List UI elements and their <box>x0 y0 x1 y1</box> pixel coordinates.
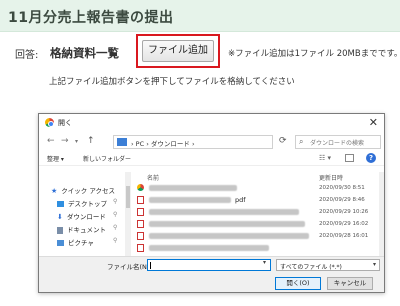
up-arrow-icon[interactable]: ↑ <box>87 136 95 146</box>
page: 11月分売上報告書の提出 回答: 格納資料一覧 ファイル追加 ※ファイル追加は1… <box>0 0 400 306</box>
file-row[interactable]: 2020/09/30 8:51 <box>135 183 375 193</box>
desktop-icon <box>57 201 64 207</box>
pin-icon: ⚲ <box>113 224 118 231</box>
nav-item-pictures[interactable]: ピクチャ <box>57 237 94 247</box>
filename-input[interactable] <box>147 259 271 271</box>
text-caret <box>150 262 151 269</box>
column-header-date[interactable]: 更新日時 <box>319 173 343 182</box>
address-bar: ← → ▾ ↑ › PC › ダウンロード › ⟳ ⌕ ダウンロードの検索 <box>39 132 384 152</box>
file-row[interactable] <box>135 243 375 253</box>
pdf-icon <box>137 196 144 204</box>
back-arrow-icon[interactable]: ← <box>47 136 55 146</box>
refresh-icon[interactable]: ⟳ <box>279 136 287 146</box>
file-date: 2020/09/29 16:02 <box>319 220 369 227</box>
chevron-down-icon: ▾ <box>372 261 376 268</box>
blurred-filename <box>149 185 237 191</box>
pin-icon: ⚲ <box>113 211 118 218</box>
open-file-dialog: 開く ✕ ← → ▾ ↑ › PC › ダウンロード › ⟳ ⌕ ダウンロードの… <box>38 113 385 293</box>
file-row[interactable]: 2020/09/28 16:01 <box>135 231 375 241</box>
search-placeholder: ダウンロードの検索 <box>310 140 365 147</box>
preview-pane-icon[interactable] <box>345 154 354 162</box>
blurred-filename <box>149 197 231 203</box>
pdf-icon <box>137 208 144 216</box>
picture-icon <box>57 240 64 246</box>
file-size-note: ※ファイル追加は1ファイル 20MBまでです。 <box>228 49 400 59</box>
stored-documents-label: 格納資料一覧 <box>50 46 119 60</box>
folder-icon <box>117 138 127 146</box>
page-title: 11月分売上報告書の提出 <box>8 10 174 26</box>
nav-item-downloads[interactable]: ⬇ ダウンロード <box>57 211 106 221</box>
blurred-filename <box>149 221 305 227</box>
instruction-text: 上記ファイル追加ボタンを押下してファイルを格納してください <box>49 77 295 87</box>
file-row[interactable]: 2020/09/29 10:26 <box>135 207 375 217</box>
nav-item-desktop[interactable]: デスクトップ <box>57 198 107 208</box>
path-pc[interactable]: PC <box>136 140 144 148</box>
star-icon: ★ <box>51 187 58 195</box>
pin-icon: ⚲ <box>113 237 118 244</box>
highlight-box: ファイル追加 <box>136 34 220 68</box>
file-name-suffix: pdf <box>235 196 246 204</box>
nav-item-quick-access[interactable]: ★ クイック アクセス <box>51 185 115 195</box>
close-icon[interactable]: ✕ <box>369 116 378 129</box>
pdf-icon <box>137 220 144 228</box>
file-type-value: すべてのファイル (*.*) <box>280 263 342 271</box>
file-date: 2020/09/29 8:46 <box>319 196 365 203</box>
dialog-footer: ファイル名(N): ▾ すべてのファイル (*.*) ▾ 開く(O) キャンセル <box>39 256 384 292</box>
navigation-pane: ★ クイック アクセス デスクトップ ⚲ ⬇ ダウンロード ⚲ ドキュメント ⚲ ピ… <box>39 174 123 254</box>
document-icon <box>57 226 63 234</box>
chrome-file-icon <box>137 184 144 191</box>
organize-button[interactable]: 整理 ▾ <box>47 154 64 163</box>
nav-scrollbar[interactable] <box>125 172 131 256</box>
help-icon[interactable]: ? <box>366 153 376 163</box>
file-list-scrollbar[interactable] <box>379 172 384 256</box>
forward-arrow-icon[interactable]: → <box>61 136 69 146</box>
file-row[interactable]: 2020/09/29 16:02 <box>135 219 375 229</box>
search-icon: ⌕ <box>299 137 304 146</box>
file-date: 2020/09/30 8:51 <box>319 184 365 191</box>
search-input[interactable]: ⌕ ダウンロードの検索 <box>295 135 381 149</box>
blurred-filename <box>149 209 299 215</box>
history-dropdown-icon[interactable]: ▾ <box>75 138 78 145</box>
add-file-button[interactable]: ファイル追加 <box>142 40 214 62</box>
cancel-button[interactable]: キャンセル <box>327 277 373 290</box>
pdf-icon <box>137 232 144 240</box>
file-type-select[interactable]: すべてのファイル (*.*) ▾ <box>276 259 380 271</box>
new-folder-button[interactable]: 新しいフォルダー <box>83 154 131 163</box>
dialog-title: 開く <box>58 119 72 127</box>
pdf-icon <box>137 244 144 252</box>
filename-label: ファイル名(N): <box>107 263 152 271</box>
open-button[interactable]: 開く(O) <box>275 277 321 290</box>
chrome-icon <box>45 118 54 127</box>
nav-item-documents[interactable]: ドキュメント <box>57 224 106 234</box>
view-options-icon[interactable]: ☷ ▾ <box>319 154 331 162</box>
pin-icon: ⚲ <box>113 198 118 205</box>
path-downloads[interactable]: ダウンロード <box>151 140 190 148</box>
download-icon: ⬇ <box>57 213 63 221</box>
column-header-name[interactable]: 名前 <box>147 173 159 182</box>
answer-label: 回答: <box>15 50 39 61</box>
file-list: 名前 更新日時 2020/09/30 8:51 pdf 2020/09/29 8… <box>135 170 379 256</box>
file-date: 2020/09/29 10:26 <box>319 208 369 215</box>
page-header: 11月分売上報告書の提出 <box>0 0 400 32</box>
blurred-filename <box>149 233 309 239</box>
blurred-filename <box>149 245 269 251</box>
file-row[interactable]: pdf 2020/09/29 8:46 <box>135 195 375 205</box>
path-breadcrumb[interactable]: › PC › ダウンロード › <box>113 135 273 149</box>
dialog-toolbar: 整理 ▾ 新しいフォルダー ☷ ▾ ? <box>39 152 384 166</box>
dialog-titlebar: 開く ✕ <box>39 114 384 132</box>
file-date: 2020/09/28 16:01 <box>319 232 369 239</box>
chevron-down-icon[interactable]: ▾ <box>263 259 266 266</box>
